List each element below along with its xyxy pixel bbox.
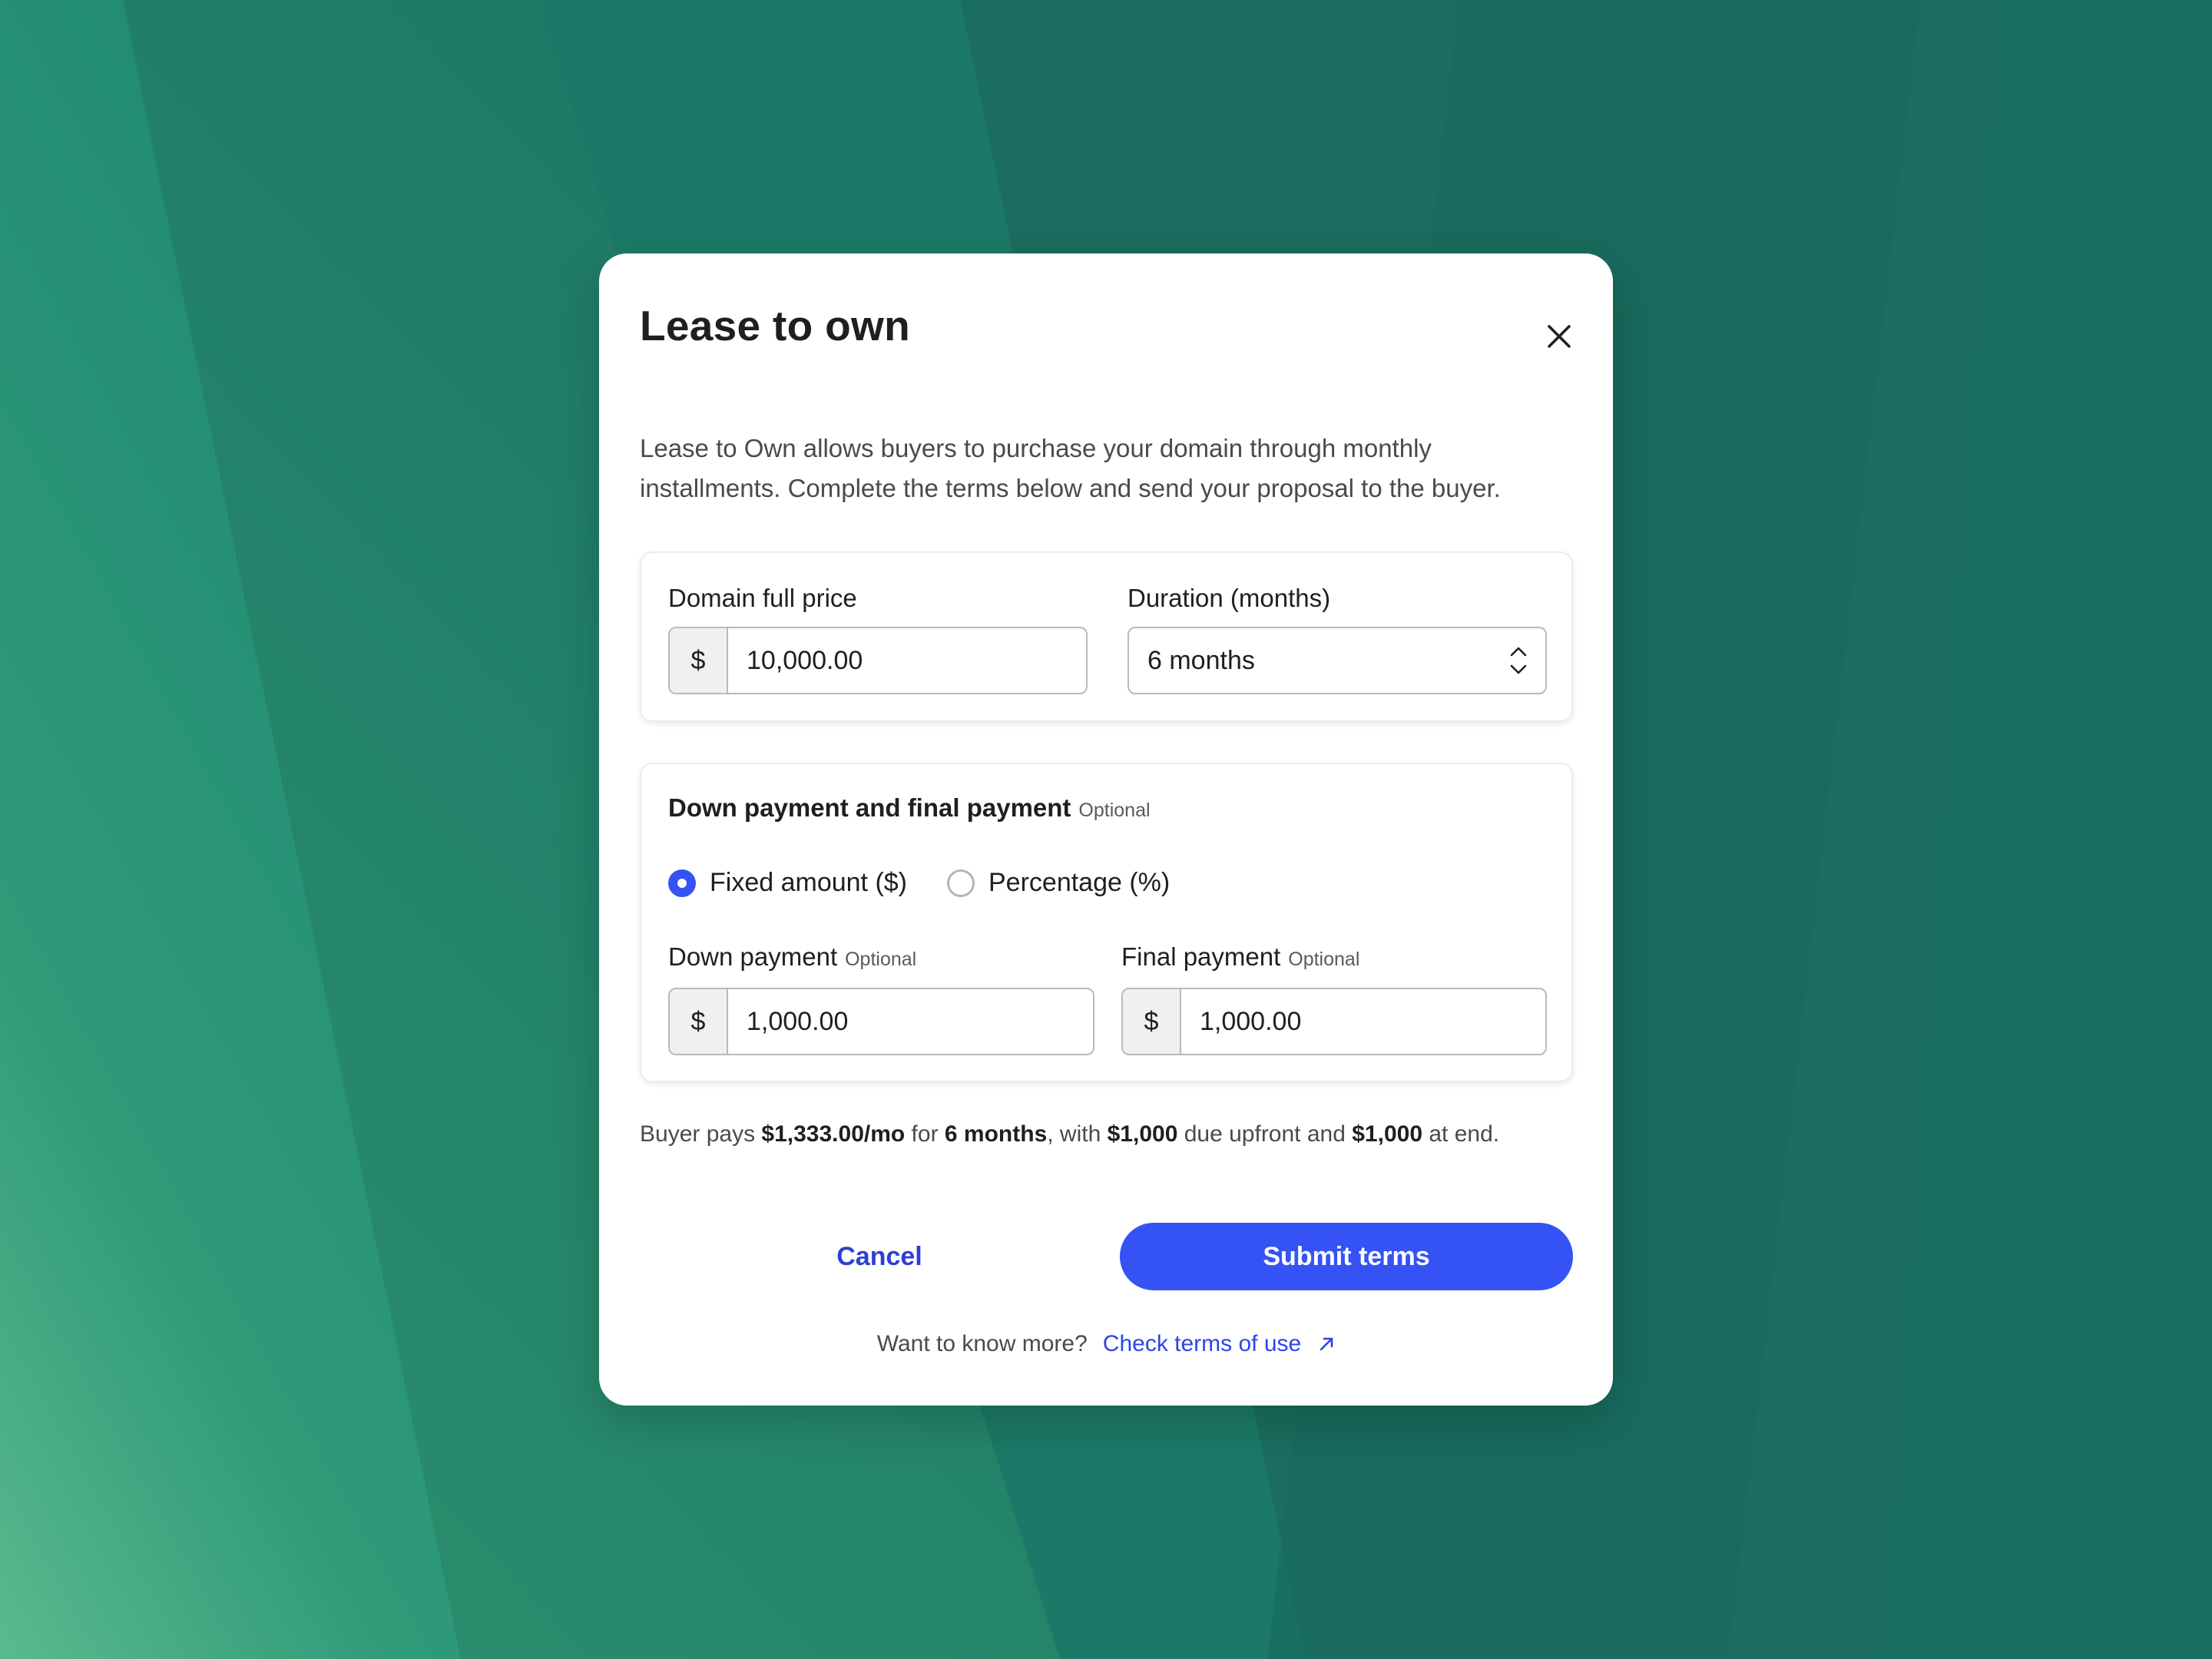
terms-of-use-link-label[interactable]: Check terms of use: [1103, 1331, 1301, 1357]
radio-fixed-amount-label: Fixed amount ($): [710, 868, 907, 897]
duration-stepper[interactable]: [1492, 628, 1545, 693]
summary-end-text: at end.: [1422, 1121, 1500, 1147]
final-payment-label-text: Final payment: [1121, 942, 1281, 971]
chevron-down-icon[interactable]: [1510, 664, 1527, 675]
down-payment-label-text: Down payment: [668, 942, 838, 971]
dialog-description: Lease to Own allows buyers to purchase y…: [640, 429, 1577, 508]
pricing-card: Domain full price $ 10,000.00 Duration (…: [640, 551, 1573, 722]
domain-price-value[interactable]: 10,000.00: [728, 628, 1086, 693]
domain-price-input[interactable]: $ 10,000.00: [668, 627, 1088, 694]
down-payment-input[interactable]: $ 1,000.00: [668, 988, 1094, 1055]
radio-percentage[interactable]: Percentage (%): [947, 868, 1170, 898]
summary-for: for: [905, 1121, 945, 1147]
optional-tag: Optional: [1078, 800, 1151, 821]
summary-duration: 6 months: [944, 1121, 1048, 1147]
final-payment-optional-tag: Optional: [1288, 949, 1360, 970]
close-icon: [1548, 325, 1571, 348]
summary-prefix: Buyer pays: [640, 1121, 762, 1147]
payment-summary: Buyer pays $1,333.00/mo for 6 months, wi…: [640, 1121, 1499, 1147]
summary-end: $1,000: [1352, 1121, 1423, 1147]
currency-prefix: $: [670, 628, 728, 693]
radio-percentage-label: Percentage (%): [988, 868, 1171, 897]
footer-question: Want to know more?: [876, 1331, 1088, 1356]
down-payment-optional-tag: Optional: [845, 949, 917, 970]
currency-prefix: $: [670, 989, 728, 1054]
summary-with: , with: [1047, 1121, 1108, 1147]
description-line-1: Lease to Own allows buyers to purchase y…: [640, 434, 1432, 462]
terms-of-use-link[interactable]: Check terms of use: [1103, 1331, 1335, 1357]
description-line-2: installments. Complete the terms below a…: [640, 474, 1501, 502]
payments-section-title-text: Down payment and final payment: [668, 793, 1071, 822]
lease-to-own-dialog: Lease to own Lease to Own allows buyers …: [599, 253, 1613, 1406]
close-button[interactable]: [1538, 315, 1581, 358]
duration-value[interactable]: 6 months: [1129, 628, 1492, 693]
final-payment-label: Final payment Optional: [1121, 942, 1359, 972]
final-payment-input[interactable]: $ 1,000.00: [1121, 988, 1547, 1055]
down-payment-label: Down payment Optional: [668, 942, 916, 972]
summary-upfront-text: due upfront and: [1177, 1121, 1353, 1147]
cancel-button[interactable]: Cancel: [668, 1223, 1091, 1290]
radio-checked-icon[interactable]: [668, 869, 696, 897]
currency-prefix: $: [1123, 989, 1181, 1054]
chevron-up-icon[interactable]: [1510, 646, 1527, 657]
payments-section-title: Down payment and final payment Optional: [668, 793, 1151, 823]
radio-unchecked-icon[interactable]: [947, 869, 975, 897]
dialog-footer: Want to know more? Check terms of use: [599, 1331, 1613, 1357]
final-payment-value[interactable]: 1,000.00: [1181, 989, 1545, 1054]
down-payment-value[interactable]: 1,000.00: [728, 989, 1093, 1054]
submit-terms-button[interactable]: Submit terms: [1120, 1223, 1573, 1290]
duration-select[interactable]: 6 months: [1128, 627, 1547, 694]
payments-card: Down payment and final payment Optional F…: [640, 763, 1573, 1082]
summary-monthly: $1,333.00/mo: [761, 1121, 906, 1147]
radio-fixed-amount[interactable]: Fixed amount ($): [668, 868, 907, 898]
duration-label: Duration (months): [1128, 584, 1331, 612]
domain-price-label: Domain full price: [668, 584, 857, 612]
dialog-title: Lease to own: [640, 302, 910, 349]
external-link-icon[interactable]: [1318, 1336, 1335, 1353]
summary-upfront: $1,000: [1107, 1121, 1178, 1147]
